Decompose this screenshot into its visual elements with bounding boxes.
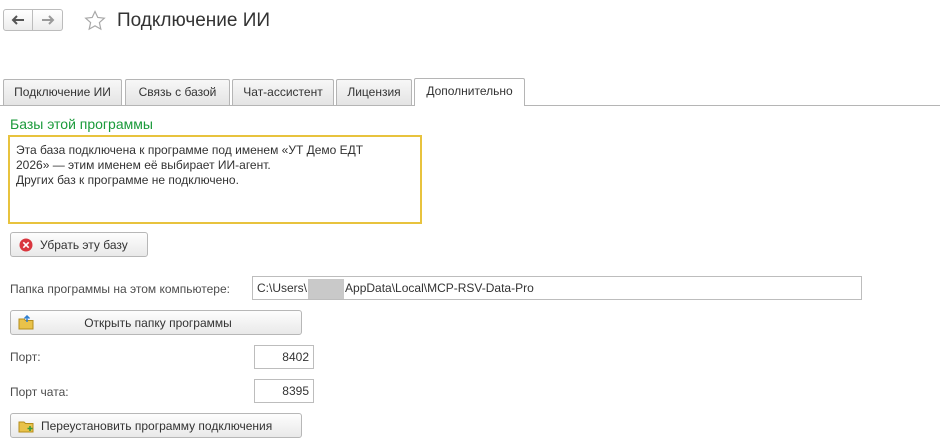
bases-info-line-3: Других баз к программе не подключено.	[16, 173, 239, 187]
back-button[interactable]	[3, 9, 33, 31]
bases-info-line-1: Эта база подключена к программе под имен…	[16, 143, 364, 157]
open-folder-label: Открыть папку программы	[84, 315, 232, 330]
open-folder-button[interactable]: Открыть папку программы	[10, 310, 302, 335]
arrow-left-icon	[11, 15, 25, 25]
bases-group-title: Базы этой программы	[10, 116, 153, 132]
reinstall-button[interactable]: Переустановить программу подключения	[10, 413, 302, 438]
open-folder-icon	[18, 315, 35, 330]
reinstall-label: Переустановить программу подключения	[41, 418, 273, 433]
port-field[interactable]: 8402	[254, 345, 314, 369]
tab-license[interactable]: Лицензия	[336, 79, 412, 105]
chat-port-label: Порт чата:	[10, 385, 69, 399]
chat-port-field[interactable]: 8395	[254, 379, 314, 403]
folder-path-suffix: AppData\Local\MCP-RSV-Data-Pro	[345, 281, 534, 295]
remove-icon	[19, 238, 33, 252]
tab-additional[interactable]: Дополнительно	[414, 78, 525, 106]
reinstall-folder-icon	[18, 418, 35, 433]
folder-label: Папка программы на этом компьютере:	[10, 282, 230, 296]
bases-info-box: Эта база подключена к программе под имен…	[8, 135, 422, 224]
redacted-username	[308, 278, 345, 299]
forward-button[interactable]	[33, 9, 63, 31]
bases-info-line-2: 2026» — этим именем её выбирает ИИ-агент…	[16, 158, 271, 172]
remove-base-button[interactable]: Убрать эту базу	[10, 232, 148, 257]
folder-path-field[interactable]: C:\Users\ AppData\Local\MCP-RSV-Data-Pro	[252, 276, 862, 300]
tab-ai-connection[interactable]: Подключение ИИ	[3, 79, 122, 105]
port-label: Порт:	[10, 350, 41, 364]
tab-chat-assistant[interactable]: Чат-ассистент	[232, 79, 334, 105]
remove-base-label: Убрать эту базу	[40, 237, 128, 252]
page-title: Подключение ИИ	[117, 10, 271, 31]
arrow-right-icon	[41, 15, 55, 25]
star-icon[interactable]	[84, 10, 106, 32]
folder-path-prefix: C:\Users\	[257, 281, 308, 295]
tab-database-link[interactable]: Связь с базой	[125, 79, 230, 105]
